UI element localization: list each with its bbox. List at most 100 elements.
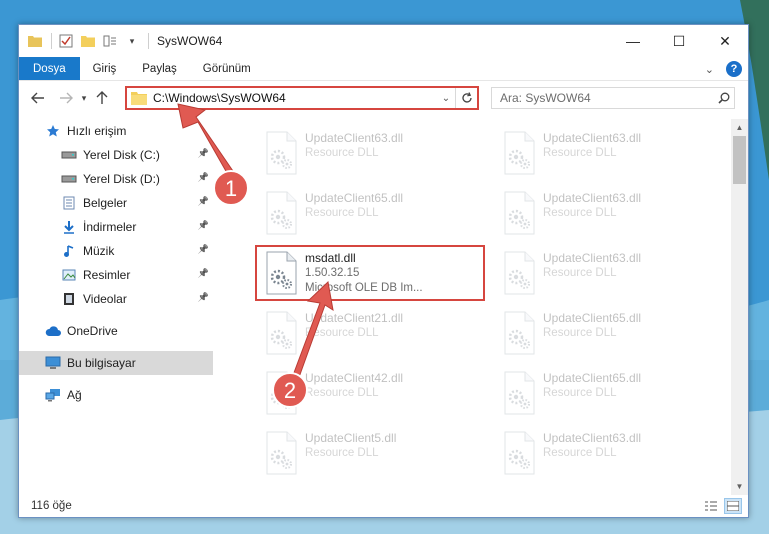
navigation-pane: Hızlı erişim Yerel Disk (C:) 📌 Yerel Disk … bbox=[19, 119, 213, 495]
refresh-icon bbox=[461, 92, 472, 103]
file-tile[interactable]: UpdateClient65.dll Resource DLL bbox=[495, 367, 721, 419]
file-description: Microsoft OLE DB Im... bbox=[305, 282, 423, 294]
sidebar-item-onedrive[interactable]: OneDrive bbox=[19, 319, 213, 343]
pin-icon[interactable]: 📌 bbox=[198, 148, 209, 159]
back-button[interactable] bbox=[27, 87, 49, 109]
file-details: UpdateClient21.dll Resource DLL bbox=[305, 307, 403, 341]
pin-icon[interactable]: 📌 bbox=[198, 292, 209, 303]
pin-icon[interactable]: 📌 bbox=[198, 172, 209, 183]
title-bar: ▾ SysWOW64 — ☐ ✕ bbox=[19, 25, 748, 57]
file-tile[interactable]: UpdateClient63.dll Resource DLL bbox=[257, 127, 483, 179]
properties-icon[interactable] bbox=[58, 33, 74, 49]
sidebar-item-quick-access[interactable]: Hızlı erişim bbox=[19, 119, 213, 143]
close-button[interactable]: ✕ bbox=[702, 25, 748, 57]
file-type: Resource DLL bbox=[543, 147, 617, 159]
file-tile[interactable]: UpdateClient63.dll Resource DLL bbox=[495, 187, 721, 239]
dll-file-icon bbox=[263, 131, 299, 175]
tiles-view-button[interactable] bbox=[724, 498, 742, 514]
details-view-button[interactable] bbox=[702, 498, 720, 514]
search-icon[interactable] bbox=[714, 92, 734, 104]
forward-arrow-icon bbox=[60, 92, 73, 104]
file-name: UpdateClient42.dll bbox=[305, 371, 404, 385]
folder-icon bbox=[131, 91, 147, 105]
file-details: UpdateClient63.dll Resource DLL bbox=[543, 427, 641, 461]
scroll-up-button[interactable]: ▲ bbox=[731, 119, 748, 136]
file-tile-selected[interactable]: msdatl.dll 1.50.32.15 Microsoft OLE DB Im.… bbox=[255, 245, 485, 301]
view-switcher bbox=[702, 498, 742, 514]
file-type: Resource DLL bbox=[543, 207, 617, 219]
sidebar-item-quick-5[interactable]: Resimler 📌 bbox=[19, 263, 213, 287]
sidebar-item-label: Belgeler bbox=[83, 196, 128, 210]
status-bar: 116 öğe bbox=[19, 495, 748, 517]
sidebar-item-quick-1[interactable]: Yerel Disk (D:) 📌 bbox=[19, 167, 213, 191]
sidebar-item-label: Resimler bbox=[83, 268, 131, 282]
up-arrow-icon bbox=[96, 91, 108, 104]
file-tile[interactable]: UpdateClient63.dll Resource DLL bbox=[495, 247, 721, 299]
sidebar-item-network[interactable]: Ağ bbox=[19, 383, 213, 407]
dll-file-icon bbox=[501, 311, 537, 355]
computer-icon bbox=[45, 355, 61, 371]
address-dropdown-button[interactable]: ⌄ bbox=[437, 88, 455, 108]
forward-button[interactable] bbox=[55, 87, 77, 109]
file-details: UpdateClient5.dll Resource DLL bbox=[305, 427, 396, 461]
refresh-button[interactable] bbox=[455, 88, 477, 108]
search-input[interactable]: Ara: SysWOW64 bbox=[500, 91, 714, 105]
sidebar-item-quick-4[interactable]: Müzik 📌 bbox=[19, 239, 213, 263]
pin-icon[interactable]: 📌 bbox=[198, 268, 209, 279]
search-box[interactable]: Ara: SysWOW64 bbox=[491, 87, 735, 109]
up-button[interactable] bbox=[91, 87, 113, 109]
file-tile[interactable]: UpdateClient42.dll Resource DLL bbox=[257, 367, 483, 419]
help-icon[interactable]: ? bbox=[726, 61, 742, 77]
pin-icon[interactable]: 📌 bbox=[198, 196, 209, 207]
file-details: UpdateClient65.dll Resource DLL bbox=[305, 187, 403, 221]
sidebar-item-quick-0[interactable]: Yerel Disk (C:) 📌 bbox=[19, 143, 213, 167]
tab-home[interactable]: Giriş bbox=[80, 57, 130, 80]
address-bar[interactable]: C:\Windows\SysWOW64 ⌄ bbox=[125, 86, 479, 110]
sidebar-item-label: Yerel Disk (D:) bbox=[83, 172, 160, 186]
tab-file[interactable]: Dosya bbox=[19, 57, 80, 80]
cloud-icon bbox=[45, 323, 61, 339]
file-tile[interactable]: UpdateClient63.dll Resource DLL bbox=[495, 127, 721, 179]
scroll-down-button[interactable]: ▼ bbox=[731, 478, 748, 495]
dll-file-icon bbox=[263, 431, 299, 475]
file-type: Resource DLL bbox=[305, 387, 379, 399]
minimize-button[interactable]: — bbox=[610, 25, 656, 57]
sidebar-item-quick-6[interactable]: Videolar 📌 bbox=[19, 287, 213, 311]
dll-file-icon bbox=[263, 251, 299, 295]
chevron-down-icon[interactable]: ⌄ bbox=[705, 63, 714, 76]
sidebar-item-this-pc[interactable]: Bu bilgisayar bbox=[19, 351, 213, 375]
file-tile[interactable]: UpdateClient65.dll Resource DLL bbox=[495, 307, 721, 359]
maximize-button[interactable]: ☐ bbox=[656, 25, 702, 57]
vertical-scrollbar[interactable]: ▲ ▼ bbox=[731, 119, 748, 495]
title-divider bbox=[148, 33, 149, 49]
file-name: UpdateClient65.dll bbox=[543, 311, 642, 325]
dll-file-icon bbox=[501, 371, 537, 415]
dll-file-icon bbox=[263, 191, 299, 235]
file-details: msdatl.dll 1.50.32.15 Microsoft OLE DB Im.… bbox=[305, 247, 423, 296]
file-tile[interactable]: UpdateClient5.dll Resource DLL bbox=[257, 427, 483, 479]
file-tile[interactable]: UpdateClient21.dll Resource DLL bbox=[257, 307, 483, 359]
file-tile[interactable]: UpdateClient65.dll Resource DLL bbox=[257, 187, 483, 239]
chevron-down-icon[interactable]: ▾ bbox=[124, 33, 140, 49]
sidebar-item-quick-2[interactable]: Belgeler 📌 bbox=[19, 191, 213, 215]
tab-share[interactable]: Paylaş bbox=[129, 57, 190, 80]
file-type: Resource DLL bbox=[543, 267, 617, 279]
customize-toolbar-icon[interactable] bbox=[102, 33, 118, 49]
file-type: Resource DLL bbox=[543, 387, 617, 399]
pin-icon[interactable]: 📌 bbox=[198, 220, 209, 231]
tab-view[interactable]: Görünüm bbox=[190, 57, 264, 80]
sidebar-item-quick-3[interactable]: İndirmeler 📌 bbox=[19, 215, 213, 239]
toolbar-divider bbox=[51, 33, 52, 49]
dll-file-icon bbox=[263, 311, 299, 355]
address-path[interactable]: C:\Windows\SysWOW64 bbox=[153, 91, 437, 105]
pin-icon[interactable]: 📌 bbox=[198, 244, 209, 255]
new-folder-icon[interactable] bbox=[80, 33, 96, 49]
scroll-thumb[interactable] bbox=[733, 136, 746, 184]
item-count: 116 öğe bbox=[31, 500, 72, 512]
file-tile[interactable]: UpdateClient63.dll Resource DLL bbox=[495, 427, 721, 479]
dll-file-icon bbox=[501, 251, 537, 295]
file-type: Resource DLL bbox=[305, 447, 379, 459]
file-details: UpdateClient63.dll Resource DLL bbox=[543, 187, 641, 221]
sidebar-item-label: Müzik bbox=[83, 244, 115, 258]
recent-locations-button[interactable]: ▾ bbox=[77, 87, 91, 109]
